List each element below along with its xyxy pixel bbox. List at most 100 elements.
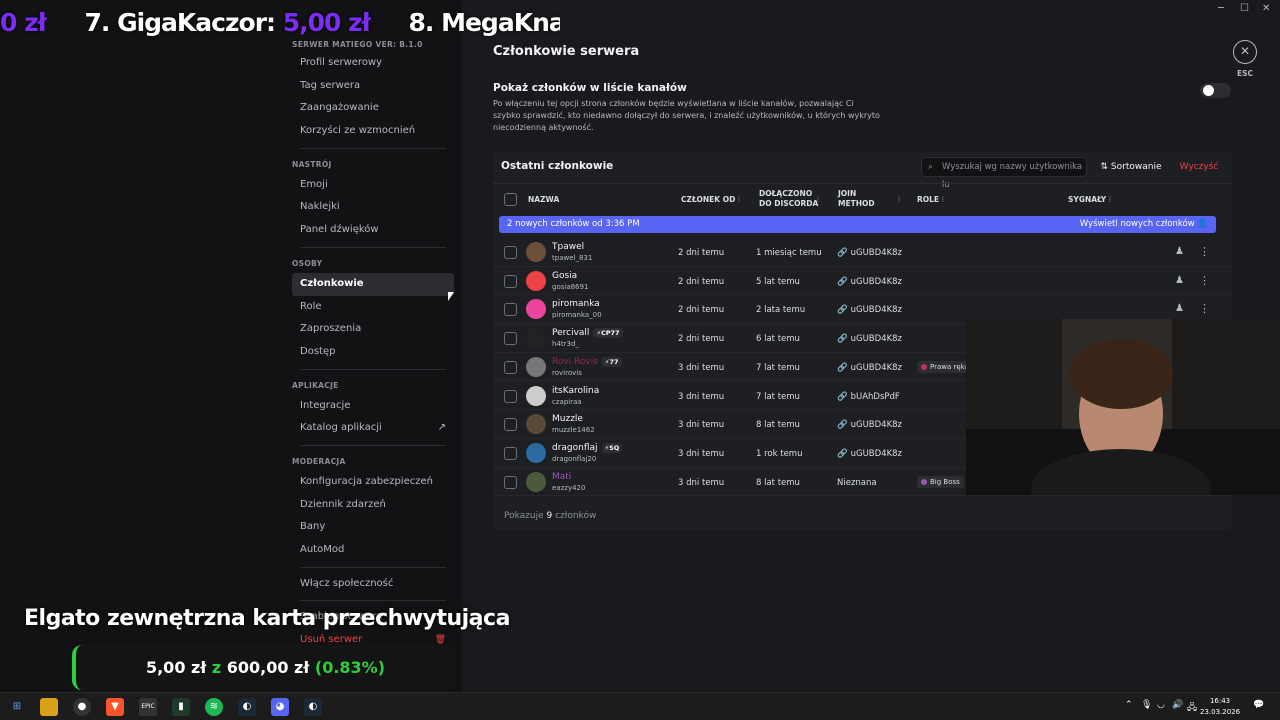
column-roles[interactable]: ROLE ⫶ [917,195,944,205]
join-method-code: bUAhDsPdF [850,391,900,402]
view-new-members-link[interactable]: Wyświetl nowych członków 👤 [1080,216,1208,233]
section-people: OSOBY [292,258,323,268]
profile-icon[interactable]: ♟ [1175,275,1184,286]
epic-games-icon[interactable]: EPIC [139,698,157,716]
windows-start-icon[interactable]: ⊞ [8,698,26,716]
steam-icon[interactable]: ◐ [238,698,256,716]
network-icon[interactable]: 🖧 [1187,700,1197,716]
file-explorer-icon[interactable] [40,698,58,716]
sidebar-item-emoji[interactable]: Emoji [292,174,454,197]
sort-button[interactable]: ⇅ Sortowanie [1095,157,1167,177]
sidebar-item-audit-log[interactable]: Dziennik zdarzeń [292,494,454,517]
sidebar-item-bans[interactable]: Bany [292,516,454,539]
sidebar-item-integrations[interactable]: Integracje [292,395,454,418]
member-name[interactable]: Muzzle [552,414,583,424]
more-options-icon[interactable]: ⋮ [1199,302,1210,315]
new-members-banner[interactable]: 2 nowych członków od 3:36 PM Wyświetl no… [499,216,1216,233]
filter-icon[interactable]: ⫶ [898,195,900,205]
row-checkbox[interactable] [504,446,517,460]
row-checkbox[interactable] [504,303,517,317]
sidebar-item-members[interactable]: Członkowie [292,272,454,296]
sidebar-item-safety-setup[interactable]: Konfiguracja zabezpieczeń [292,471,454,494]
join-method: 🔗 uGUBD4K8z [837,277,902,287]
sidebar-item-roles[interactable]: Role [292,296,454,319]
row-checkbox[interactable] [504,274,517,288]
member-name[interactable]: piromanka [552,299,600,309]
column-member-since[interactable]: CZŁONEK OD ⫶ [681,195,740,205]
avatar[interactable] [526,471,546,492]
member-name[interactable]: Mati [552,472,571,482]
profile-icon[interactable]: ♟ [1175,246,1184,257]
minimize-icon[interactable]: ─ [1218,3,1224,14]
row-checkbox[interactable] [504,418,517,432]
more-options-icon[interactable]: ⋮ [1199,274,1210,287]
obs-icon[interactable]: ● [73,698,91,716]
close-icon[interactable]: ✕ [1233,40,1257,64]
sidebar-item-soundboard[interactable]: Panel dźwięków [292,219,454,242]
sidebar-item-engagement[interactable]: Zaangażowanie [292,97,454,120]
steam-icon[interactable]: ◐ [304,698,322,716]
row-checkbox[interactable] [504,475,517,489]
notifications-icon[interactable]: 💬 [1253,700,1264,710]
member-name[interactable]: Rovi Rovis ⚡77 [552,356,622,367]
profile-icon[interactable]: ♟ [1175,303,1184,314]
taskbar-clock[interactable]: 16:43 23.03.2026 [1200,696,1240,718]
wifi-icon[interactable]: ◡ [1157,700,1165,710]
column-name[interactable]: NAZWA [528,195,559,205]
avatar[interactable] [526,385,546,406]
sidebar-item-server-profile[interactable]: Profil serwerowy [292,52,454,75]
row-checkbox[interactable] [504,246,517,259]
spotify-icon[interactable]: ≋ [205,698,223,716]
show-members-toggle[interactable] [1200,83,1231,98]
search-input[interactable]: ⌕ Wyszukaj wg nazwy użytkownika lu [921,157,1087,190]
row-checkbox[interactable] [504,360,517,374]
table-row[interactable]: Tpawel tpawel_831 2 dni temu 1 miesiąc temu… [493,238,1232,267]
sidebar-item-stickers[interactable]: Naklejki [292,196,454,219]
sidebar-item-access[interactable]: Dostęp [292,341,454,364]
discord-icon[interactable]: ◕ [271,698,289,716]
microphone-icon[interactable]: 🎙 [1141,700,1152,710]
sidebar-item-server-tag[interactable]: Tag serwera [292,75,454,98]
more-options-icon[interactable]: ⋮ [1199,245,1210,258]
app-icon[interactable]: ▮ [172,698,190,716]
member-since: 2 dni temu [678,248,725,258]
column-joined-discord[interactable]: DOŁĄCZONO DO DISCORDA [759,189,818,209]
member-name[interactable]: Percivall ⚡CP77 [552,328,623,339]
sidebar-item-label: Katalog aplikacji [300,422,382,434]
member-name[interactable]: Gosia [552,271,577,281]
role-tag[interactable]: Big Boss [917,475,964,488]
avatar[interactable] [526,442,546,463]
avatar[interactable] [526,242,546,262]
avatar[interactable] [526,414,546,435]
count-suffix: członków [552,511,597,521]
role-name: Big Boss [930,477,960,486]
member-name[interactable]: itsKarolina [552,386,599,396]
speaker-icon[interactable]: 🔊 [1172,700,1183,710]
sidebar-item-automod[interactable]: AutoMod [292,539,454,562]
avatar[interactable] [526,270,546,291]
link-icon: 🔗 [837,276,848,287]
row-checkbox[interactable] [504,332,517,346]
brave-browser-icon[interactable]: ▼ [106,698,124,716]
row-checkbox[interactable] [504,389,517,403]
member-name[interactable]: dragonflaj ⚡SQ [552,442,623,453]
sidebar-item-enable-community[interactable]: Włącz społeczność [292,573,454,596]
sidebar-item-boost-perks[interactable]: Korzyści ze wzmocnień [292,120,454,143]
filter-icon[interactable]: ⫶ [817,195,819,205]
avatar[interactable] [526,356,546,377]
chevron-up-icon[interactable]: ⌃ [1125,700,1133,710]
sidebar-item-app-directory[interactable]: Katalog aplikacji ↗ [292,417,454,440]
avatar[interactable] [526,299,546,320]
maximize-icon[interactable]: ☐ [1240,3,1249,14]
table-row[interactable]: Gosia gosia8691 2 dni temu 5 lat temu 🔗 uGUBD… [493,267,1232,296]
esc-label: ESC [1236,69,1254,78]
avatar[interactable] [526,328,546,349]
member-name[interactable]: Tpawel [552,242,584,252]
clear-button[interactable]: Wyczyść [1175,157,1223,177]
window-close-icon[interactable]: ✕ [1262,3,1270,14]
column-join-method[interactable]: JOIN METHOD [838,189,875,209]
sidebar-item-invites[interactable]: Zaproszenia [292,318,454,341]
role-tag[interactable]: Prawa ręka [917,360,973,373]
select-all-checkbox[interactable] [504,193,517,206]
column-signals[interactable]: SYGNAŁY ⫶ [1068,195,1111,205]
